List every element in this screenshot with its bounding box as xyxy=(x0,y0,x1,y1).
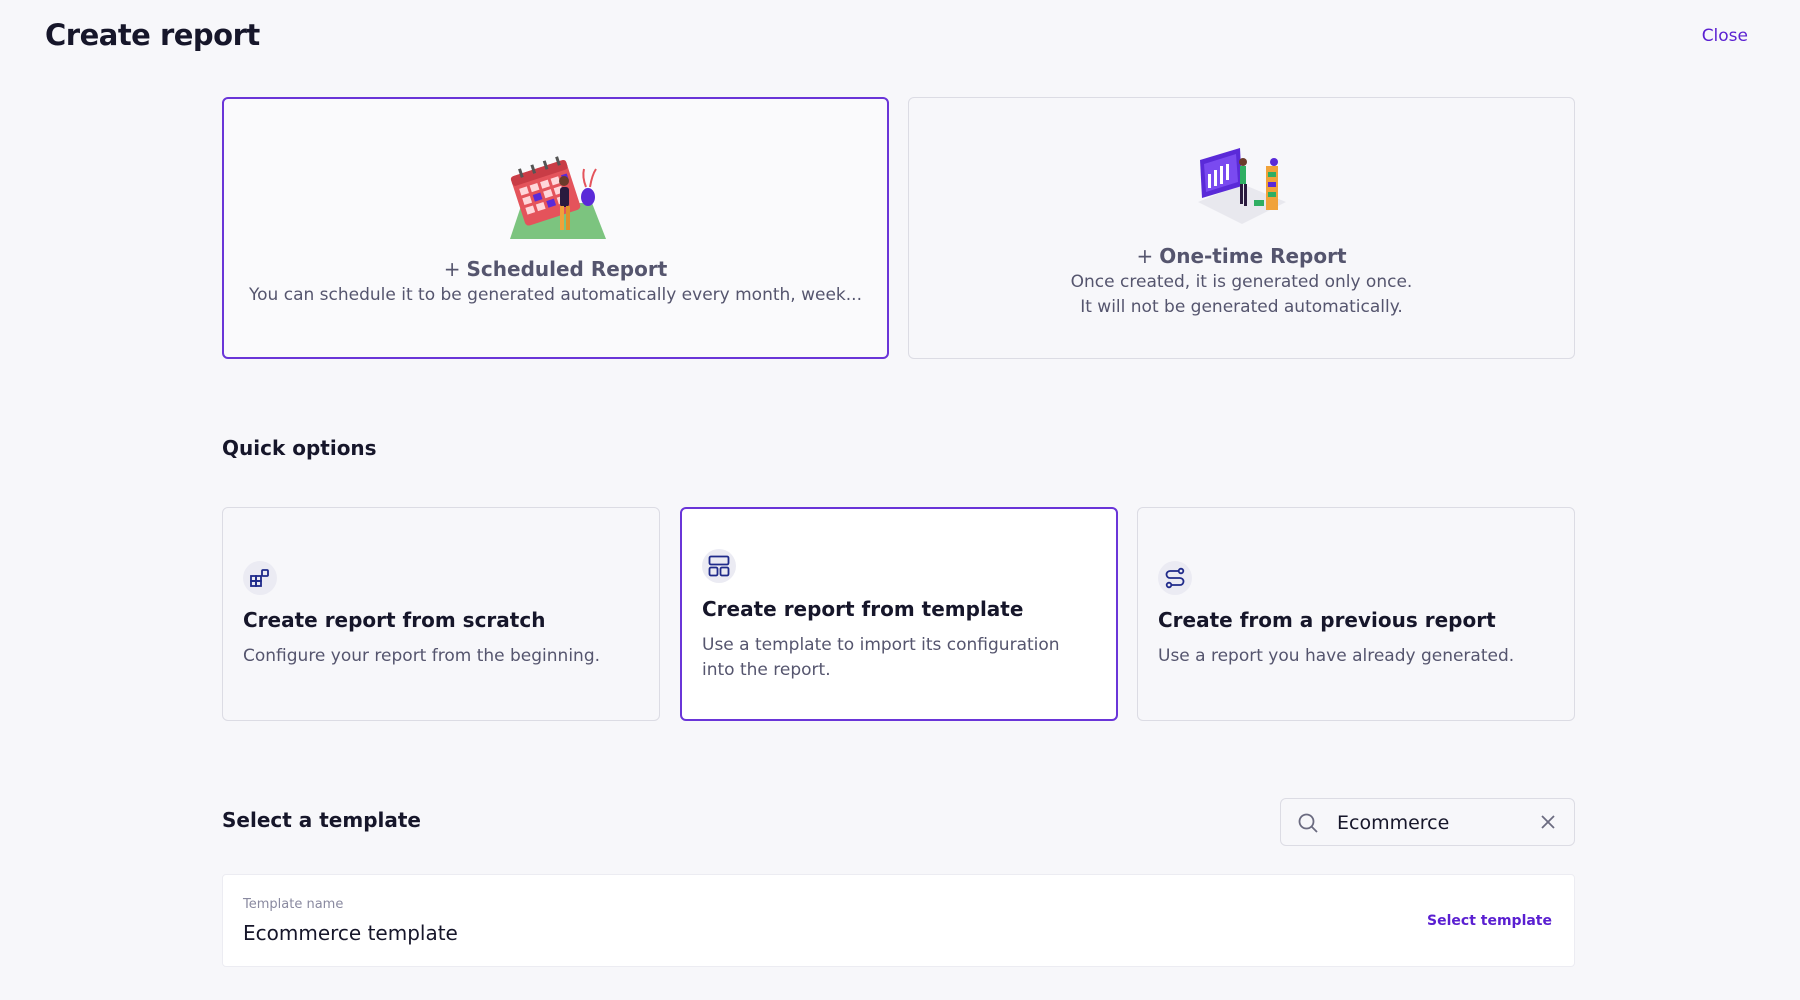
calendar-illustration-icon xyxy=(496,153,616,243)
search-icon xyxy=(1297,812,1319,838)
quick-options-heading: Quick options xyxy=(222,436,377,460)
scheduled-report-card[interactable]: + Scheduled Report You can schedule it to… xyxy=(222,97,889,359)
quick-option-description: Configure your report from the beginning… xyxy=(243,646,601,666)
route-icon xyxy=(1158,561,1192,595)
create-from-scratch-card[interactable]: Create report from scratch Configure you… xyxy=(222,507,660,721)
quick-option-description: Use a template to import its configurati… xyxy=(702,635,1060,680)
page-title: Create report xyxy=(45,18,260,52)
onetime-description-line-1: Once created, it is generated only once. xyxy=(1070,272,1413,292)
layout-template-icon xyxy=(702,549,736,583)
select-template-button[interactable]: Select template xyxy=(1427,913,1552,929)
template-row: Template name Ecommerce template Select … xyxy=(222,874,1575,967)
select-template-heading: Select a template xyxy=(222,808,421,832)
onetime-report-title: + One-time Report xyxy=(909,244,1574,268)
onetime-report-description: Once created, it is generated only once.… xyxy=(919,270,1564,320)
clear-search-icon[interactable] xyxy=(1538,812,1558,836)
quick-option-title: Create report from template xyxy=(702,597,1024,621)
quick-option-description: Use a report you have already generated. xyxy=(1158,646,1515,666)
template-search-box[interactable] xyxy=(1280,798,1575,846)
plus-icon: + xyxy=(1136,244,1154,268)
create-from-previous-report-card[interactable]: Create from a previous report Use a repo… xyxy=(1137,507,1575,721)
template-name: Ecommerce template xyxy=(243,921,458,945)
create-from-template-card[interactable]: Create report from template Use a templa… xyxy=(680,507,1118,721)
plus-icon: + xyxy=(443,257,461,281)
close-button[interactable]: Close xyxy=(1702,26,1748,46)
scheduled-report-title-text: Scheduled Report xyxy=(466,257,668,281)
template-name-column-label: Template name xyxy=(243,897,344,912)
quick-option-title: Create report from scratch xyxy=(243,608,546,632)
grid-blocks-icon xyxy=(243,561,277,595)
template-search-input[interactable] xyxy=(1337,809,1527,837)
scheduled-report-title: + Scheduled Report xyxy=(224,257,887,281)
quick-option-title: Create from a previous report xyxy=(1158,608,1496,632)
onetime-description-line-2: It will not be generated automatically. xyxy=(1080,297,1403,317)
scheduled-report-description: You can schedule it to be generated auto… xyxy=(249,285,862,305)
onetime-report-title-text: One-time Report xyxy=(1159,244,1347,268)
chart-board-illustration-icon xyxy=(1192,144,1292,228)
onetime-report-card[interactable]: + One-time Report Once created, it is gen… xyxy=(908,97,1575,359)
